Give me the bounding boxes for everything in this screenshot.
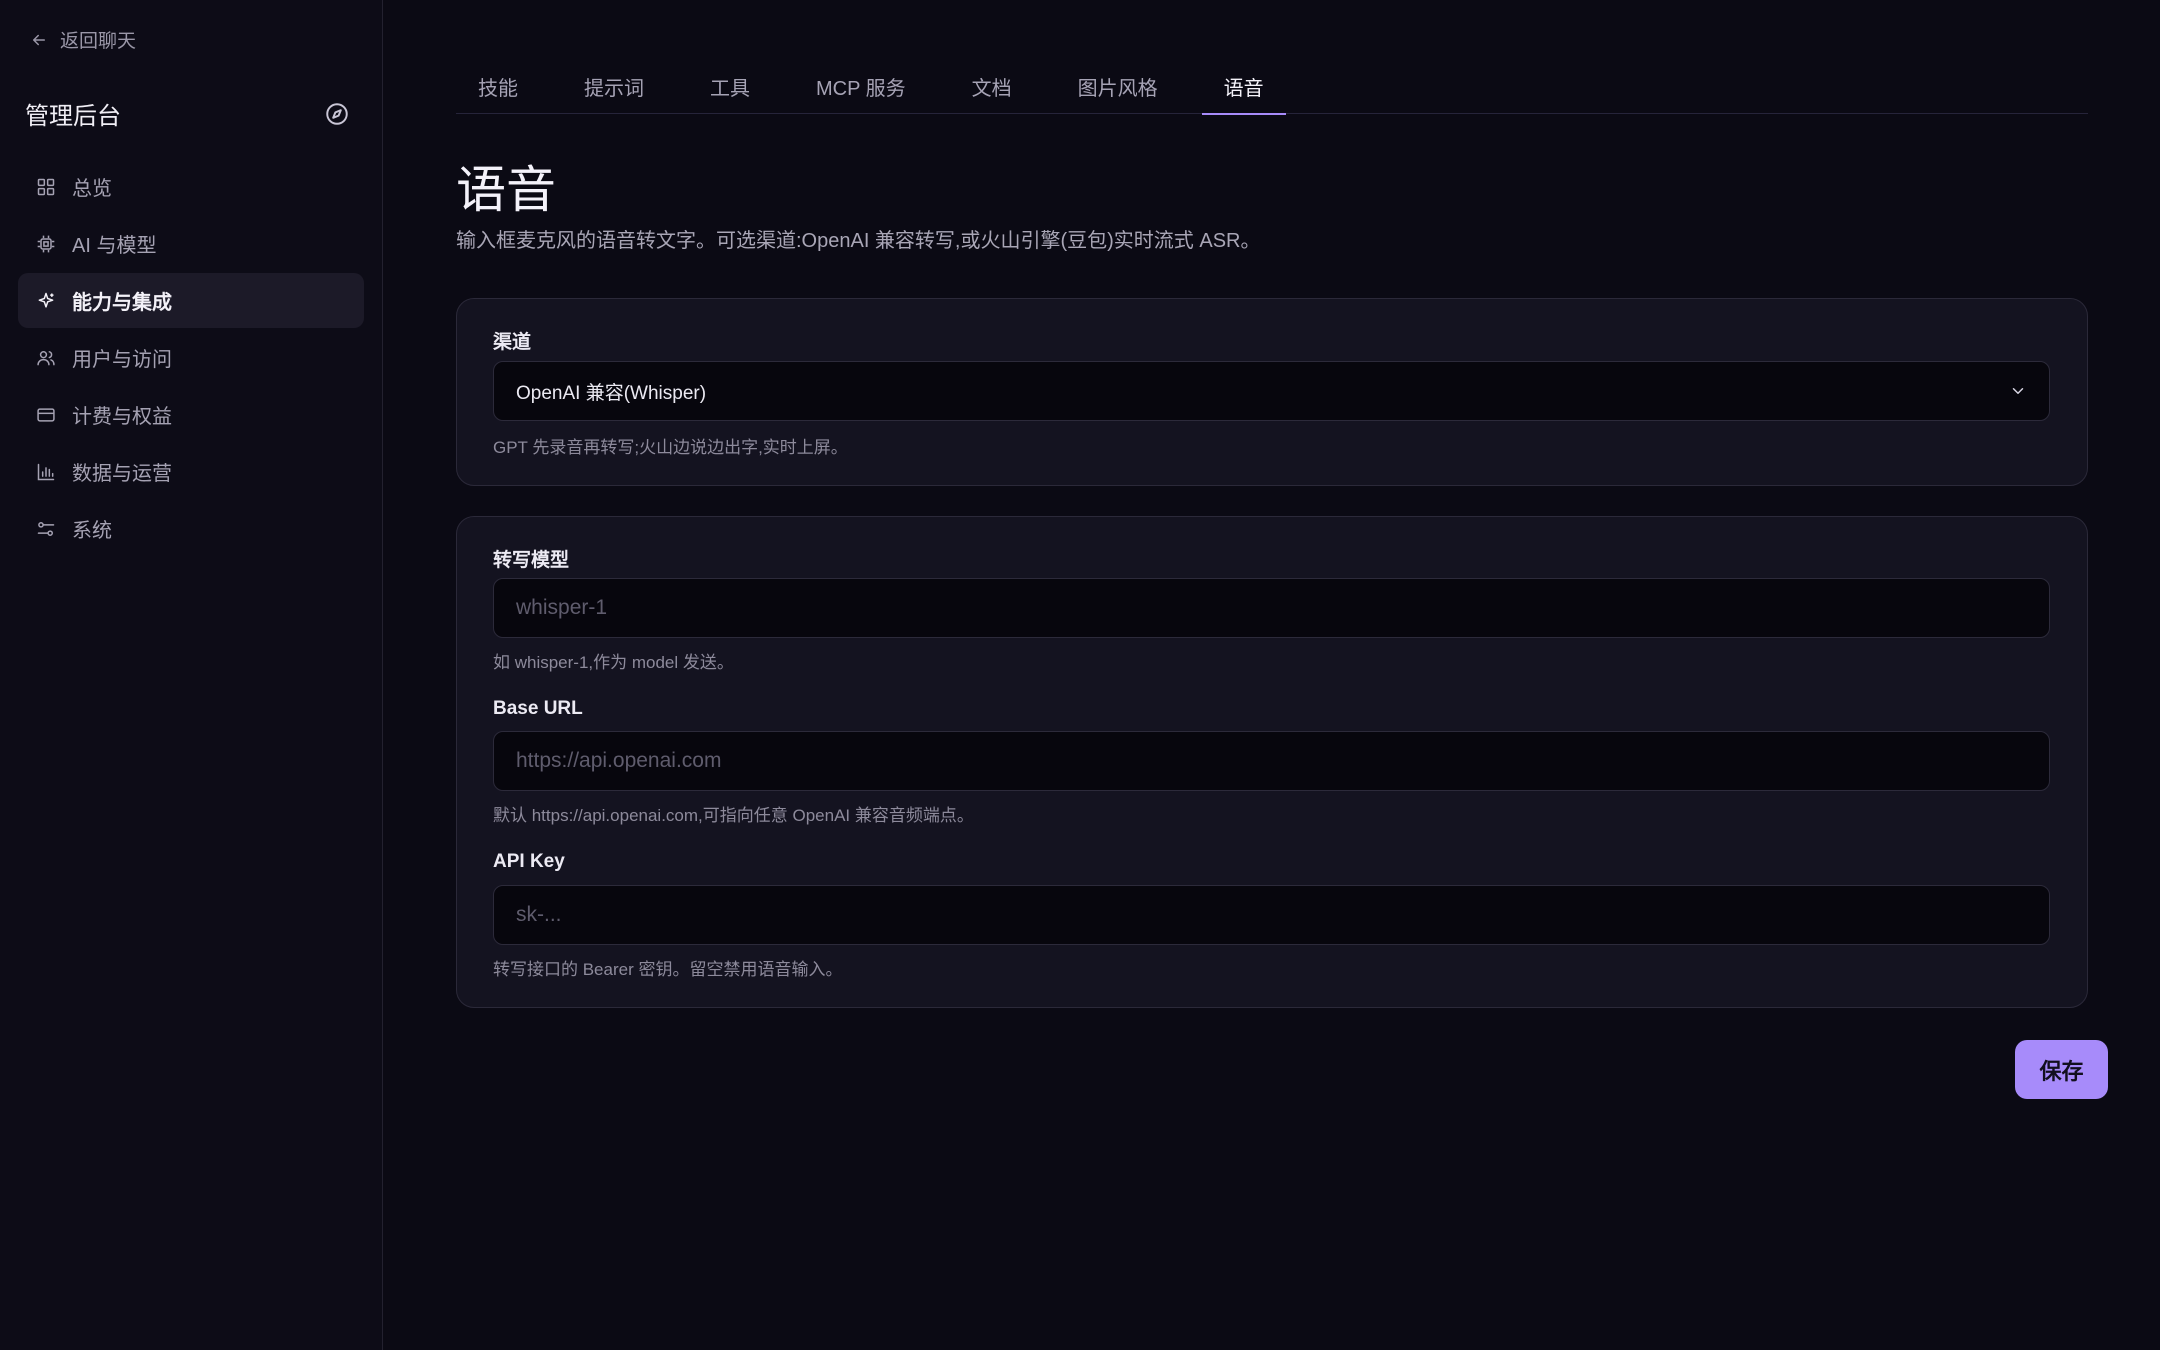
page-title: 语音 bbox=[456, 161, 556, 219]
tab-mcp-services[interactable]: MCP 服务 bbox=[794, 60, 928, 114]
page-description: 输入框麦克风的语音转文字。可选渠道:OpenAI 兼容转写,或火山引擎(豆包)实… bbox=[456, 230, 1261, 252]
tab-skills[interactable]: 技能 bbox=[456, 60, 540, 114]
chevron-down-icon bbox=[2012, 388, 2024, 394]
back-to-chat-label: 返回聊天 bbox=[60, 31, 137, 52]
base-url-help-text: 默认 https://api.openai.com,可指向任意 OpenAI 兼… bbox=[493, 806, 974, 825]
sidebar-item-label: 能力与集成 bbox=[72, 292, 172, 314]
model-help-text: 如 whisper-1,作为 model 发送。 bbox=[493, 653, 734, 672]
base-url-label: Base URL bbox=[493, 698, 583, 719]
credit-card-icon bbox=[37, 407, 55, 422]
sidebar-item-billing[interactable]: 计费与权益 bbox=[18, 387, 364, 442]
channel-help-text: GPT 先录音再转写;火山边说边出字,实时上屏。 bbox=[493, 438, 848, 457]
sidebar-item-capabilities[interactable]: 能力与集成 bbox=[18, 273, 364, 328]
transcription-settings-card: 转写模型 whisper-1 如 whisper-1,作为 model 发送。 … bbox=[456, 516, 2088, 1008]
sidebar-item-label: 计费与权益 bbox=[72, 406, 172, 428]
model-label: 转写模型 bbox=[493, 550, 570, 571]
sidebar: 返回聊天 管理后台 总览 AI 与模型 能力与集成 用户与访问 计费与权益 数据… bbox=[0, 0, 383, 1350]
channel-card: 渠道 OpenAI 兼容(Whisper) GPT 先录音再转写;火山边说边出字… bbox=[456, 298, 2088, 486]
api-key-input[interactable]: sk-... bbox=[493, 885, 2050, 945]
tab-bar: 技能 提示词 工具 MCP 服务 文档 图片风格 语音 bbox=[456, 60, 2088, 115]
api-key-label: API Key bbox=[493, 851, 565, 872]
dashboard-icon bbox=[37, 178, 55, 195]
brand-row: 管理后台 bbox=[25, 96, 350, 131]
api-key-placeholder: sk-... bbox=[516, 903, 562, 926]
bar-chart-icon bbox=[37, 463, 55, 480]
sidebar-item-label: 总览 bbox=[72, 178, 112, 200]
tab-image-styles[interactable]: 图片风格 bbox=[1056, 60, 1180, 114]
base-url-placeholder: https://api.openai.com bbox=[516, 749, 722, 772]
channel-selected-value: OpenAI 兼容(Whisper) bbox=[516, 382, 707, 404]
tab-documents[interactable]: 文档 bbox=[950, 60, 1034, 114]
model-placeholder: whisper-1 bbox=[516, 596, 608, 619]
tab-tools[interactable]: 工具 bbox=[688, 60, 772, 114]
tab-voice[interactable]: 语音 bbox=[1201, 60, 1286, 115]
sliders-icon bbox=[37, 521, 55, 536]
compass-icon[interactable] bbox=[324, 101, 350, 127]
sidebar-item-label: 用户与访问 bbox=[72, 349, 172, 371]
save-button[interactable]: 保存 bbox=[2015, 1040, 2108, 1099]
main-content: 技能 提示词 工具 MCP 服务 文档 图片风格 语音 语音 输入框麦克风的语音… bbox=[383, 0, 2160, 1350]
users-icon bbox=[37, 350, 55, 365]
sidebar-item-label: 数据与运营 bbox=[72, 463, 172, 485]
chip-icon bbox=[37, 235, 55, 252]
channel-select[interactable]: OpenAI 兼容(Whisper) bbox=[493, 361, 2050, 421]
api-key-help-text: 转写接口的 Bearer 密钥。留空禁用语音输入。 bbox=[493, 960, 843, 979]
sidebar-item-data-ops[interactable]: 数据与运营 bbox=[18, 444, 364, 499]
sidebar-item-label: 系统 bbox=[72, 520, 112, 542]
sidebar-item-overview[interactable]: 总览 bbox=[18, 159, 364, 214]
sidebar-item-users[interactable]: 用户与访问 bbox=[18, 330, 364, 385]
sidebar-nav: 总览 AI 与模型 能力与集成 用户与访问 计费与权益 数据与运营 系统 bbox=[18, 159, 364, 558]
arrow-left-icon bbox=[33, 34, 45, 45]
base-url-input[interactable]: https://api.openai.com bbox=[493, 731, 2050, 791]
brand-title: 管理后台 bbox=[25, 102, 121, 130]
sparkle-icon bbox=[38, 292, 54, 308]
sidebar-item-ai-models[interactable]: AI 与模型 bbox=[18, 216, 364, 271]
tab-prompts[interactable]: 提示词 bbox=[562, 60, 666, 114]
sidebar-item-system[interactable]: 系统 bbox=[18, 501, 364, 556]
app-root: 返回聊天 管理后台 总览 AI 与模型 能力与集成 用户与访问 计费与权益 数据… bbox=[0, 0, 2160, 1350]
channel-label: 渠道 bbox=[493, 332, 532, 353]
model-input[interactable]: whisper-1 bbox=[493, 578, 2050, 638]
sidebar-item-label: AI 与模型 bbox=[72, 235, 157, 257]
back-to-chat-link[interactable]: 返回聊天 bbox=[30, 26, 136, 53]
